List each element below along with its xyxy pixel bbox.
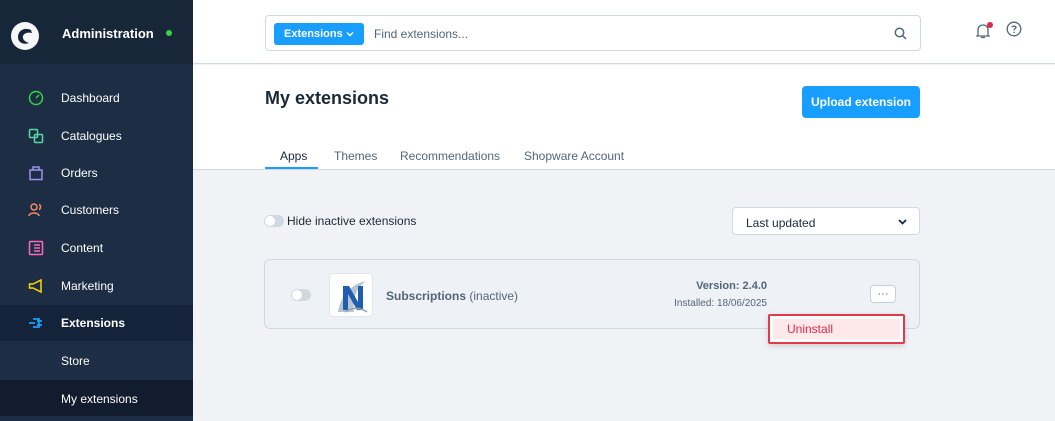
sidebar-item-catalogues[interactable]: Catalogues [0, 118, 193, 154]
search-input[interactable] [374, 25, 854, 43]
extension-installed-date: Installed: 18/06/2025 [674, 298, 767, 309]
sidebar-subitem-label: Store [61, 354, 90, 368]
tab-apps[interactable]: Apps [280, 149, 307, 163]
catalogues-icon [28, 128, 44, 144]
tab-themes[interactable]: Themes [334, 149, 377, 163]
search-icon[interactable] [894, 27, 907, 40]
sidebar-item-label: Catalogues [61, 129, 122, 143]
tab-recommendations[interactable]: Recommendations [400, 149, 500, 163]
sidebar-item-content[interactable]: Content [0, 230, 193, 266]
extension-more-button[interactable]: ··· [870, 285, 896, 303]
extension-name: Subscriptions (inactive) [386, 289, 518, 303]
sidebar-item-marketing[interactable]: Marketing [0, 268, 193, 304]
extension-context-menu: Uninstall [768, 314, 905, 344]
uninstall-menu-item[interactable]: Uninstall [773, 319, 900, 339]
shopware-logo-icon[interactable] [11, 22, 39, 50]
chevron-down-icon [346, 32, 354, 37]
extension-active-toggle[interactable] [291, 289, 311, 301]
tab-shopware-account[interactable]: Shopware Account [524, 149, 624, 163]
extension-version: Version: 2.4.0 [696, 280, 767, 292]
sidebar: Administration Dashboard Catalogues Orde… [0, 0, 193, 421]
sidebar-subitem-my-extensions[interactable]: My extensions [0, 380, 193, 416]
global-search: Extensions [265, 15, 921, 51]
sidebar-item-customers[interactable]: Customers [0, 192, 193, 228]
sidebar-subitem-store[interactable]: Store [0, 342, 193, 378]
hide-inactive-toggle[interactable] [264, 215, 284, 227]
status-dot-icon [166, 30, 172, 36]
marketing-icon [28, 278, 42, 294]
sidebar-item-orders[interactable]: Orders [0, 155, 193, 191]
dashboard-icon [28, 90, 44, 106]
sort-select-value: Last updated [746, 216, 816, 230]
sidebar-item-label: Marketing [61, 279, 114, 293]
upload-extension-button[interactable]: Upload extension [802, 86, 920, 118]
orders-icon [29, 166, 43, 181]
search-type-label: Extensions [284, 28, 343, 40]
sidebar-item-dashboard[interactable]: Dashboard [0, 80, 193, 116]
extension-name-text: Subscriptions [386, 289, 467, 303]
sidebar-item-label: Customers [61, 203, 120, 217]
hide-inactive-label: Hide inactive extensions [287, 214, 417, 228]
chevron-down-icon [898, 219, 907, 225]
sidebar-title: Administration [62, 26, 154, 41]
sidebar-item-label: Content [61, 241, 104, 255]
sidebar-item-extensions[interactable]: Extensions [0, 305, 193, 341]
sidebar-header: Administration [0, 0, 193, 64]
content-icon [28, 240, 44, 256]
extension-logo-icon [329, 273, 373, 317]
active-tab-indicator [265, 167, 318, 169]
extension-status: (inactive) [469, 289, 519, 303]
page-title: My extensions [265, 88, 390, 108]
sidebar-subitem-label: My extensions [61, 392, 138, 406]
sidebar-item-label: Orders [61, 166, 98, 180]
sidebar-item-label: Extensions [61, 316, 126, 330]
help-icon[interactable] [1006, 21, 1022, 37]
sidebar-item-label: Dashboard [61, 91, 120, 105]
page-header: My extensions Upload extension Apps Them… [193, 65, 1055, 170]
sort-select[interactable]: Last updated [732, 207, 920, 235]
customers-icon [28, 203, 42, 217]
top-bar: Extensions [193, 0, 1055, 64]
notification-badge [987, 22, 993, 28]
search-type-dropdown[interactable]: Extensions [274, 23, 364, 45]
extensions-icon [29, 318, 42, 328]
